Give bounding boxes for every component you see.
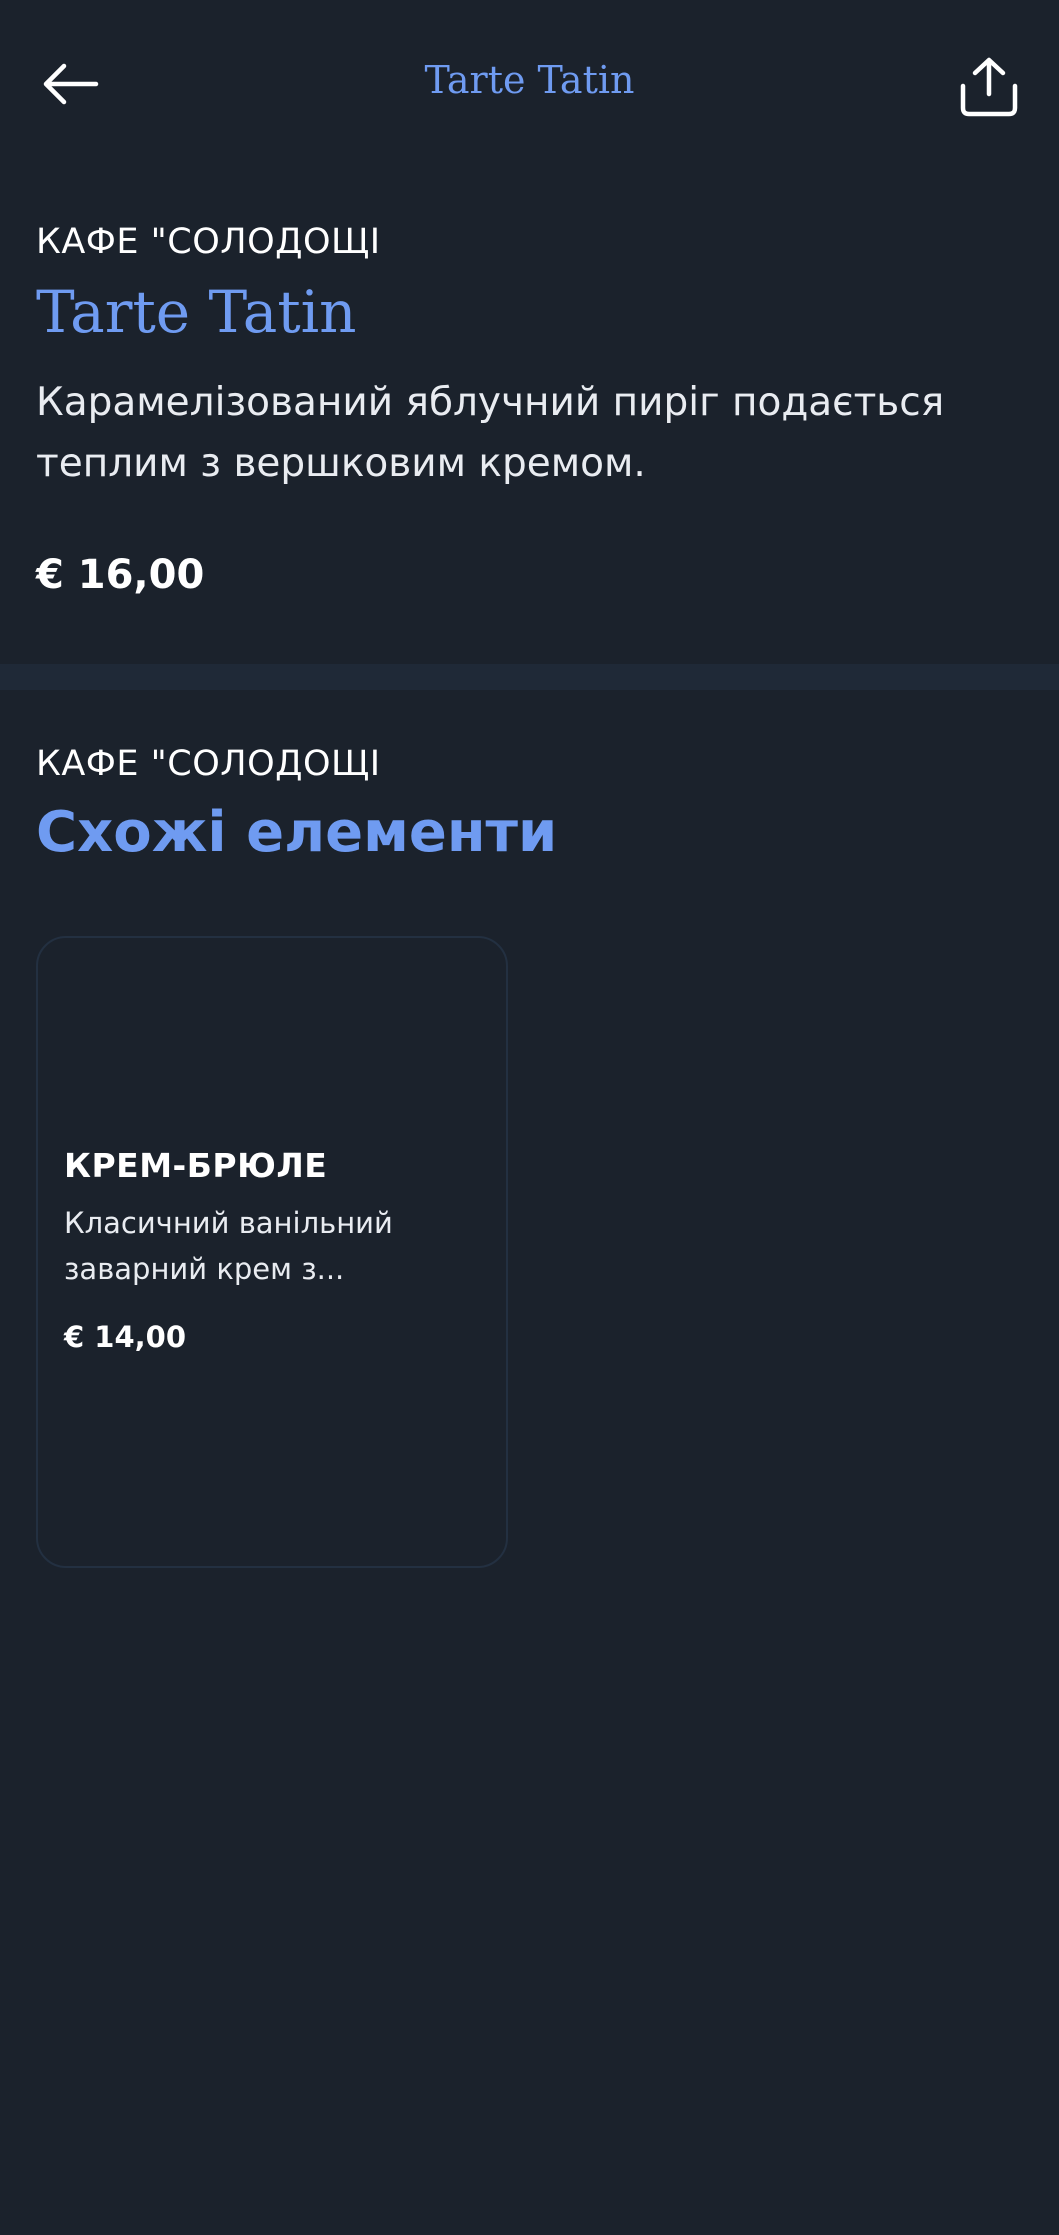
share-icon <box>960 57 1018 117</box>
similar-heading: Схожі елементи <box>36 800 558 865</box>
section-divider <box>0 664 1059 690</box>
item-title: Tarte Tatin <box>36 278 357 346</box>
similar-item-description: Класичний ванільний заварний крем з... <box>64 1206 393 1286</box>
venue-label: КАФЕ "СОЛОДОЩІ <box>36 222 381 262</box>
item-details: КАФЕ "СОЛОДОЩІ Tarte Tatin Карамелізован… <box>36 222 1026 598</box>
similar-item-card[interactable]: КРЕМ-БРЮЛЕ Класичний ванільний заварний … <box>36 936 508 1568</box>
share-button[interactable] <box>947 44 1031 128</box>
similar-item-title: КРЕМ-БРЮЛЕ <box>64 1146 328 1185</box>
item-price: € 16,00 <box>36 552 205 598</box>
top-bar: Tarte Tatin <box>0 0 1059 170</box>
item-description: Карамелізований яблучний пиріг подається… <box>36 380 945 486</box>
similar-venue-label: КАФЕ "СОЛОДОЩІ <box>36 744 381 784</box>
similar-item-price: € 14,00 <box>64 1320 187 1354</box>
similar-section: КАФЕ "СОЛОДОЩІ Схожі елементи <box>36 744 1026 865</box>
page-title: Tarte Tatin <box>424 58 635 102</box>
